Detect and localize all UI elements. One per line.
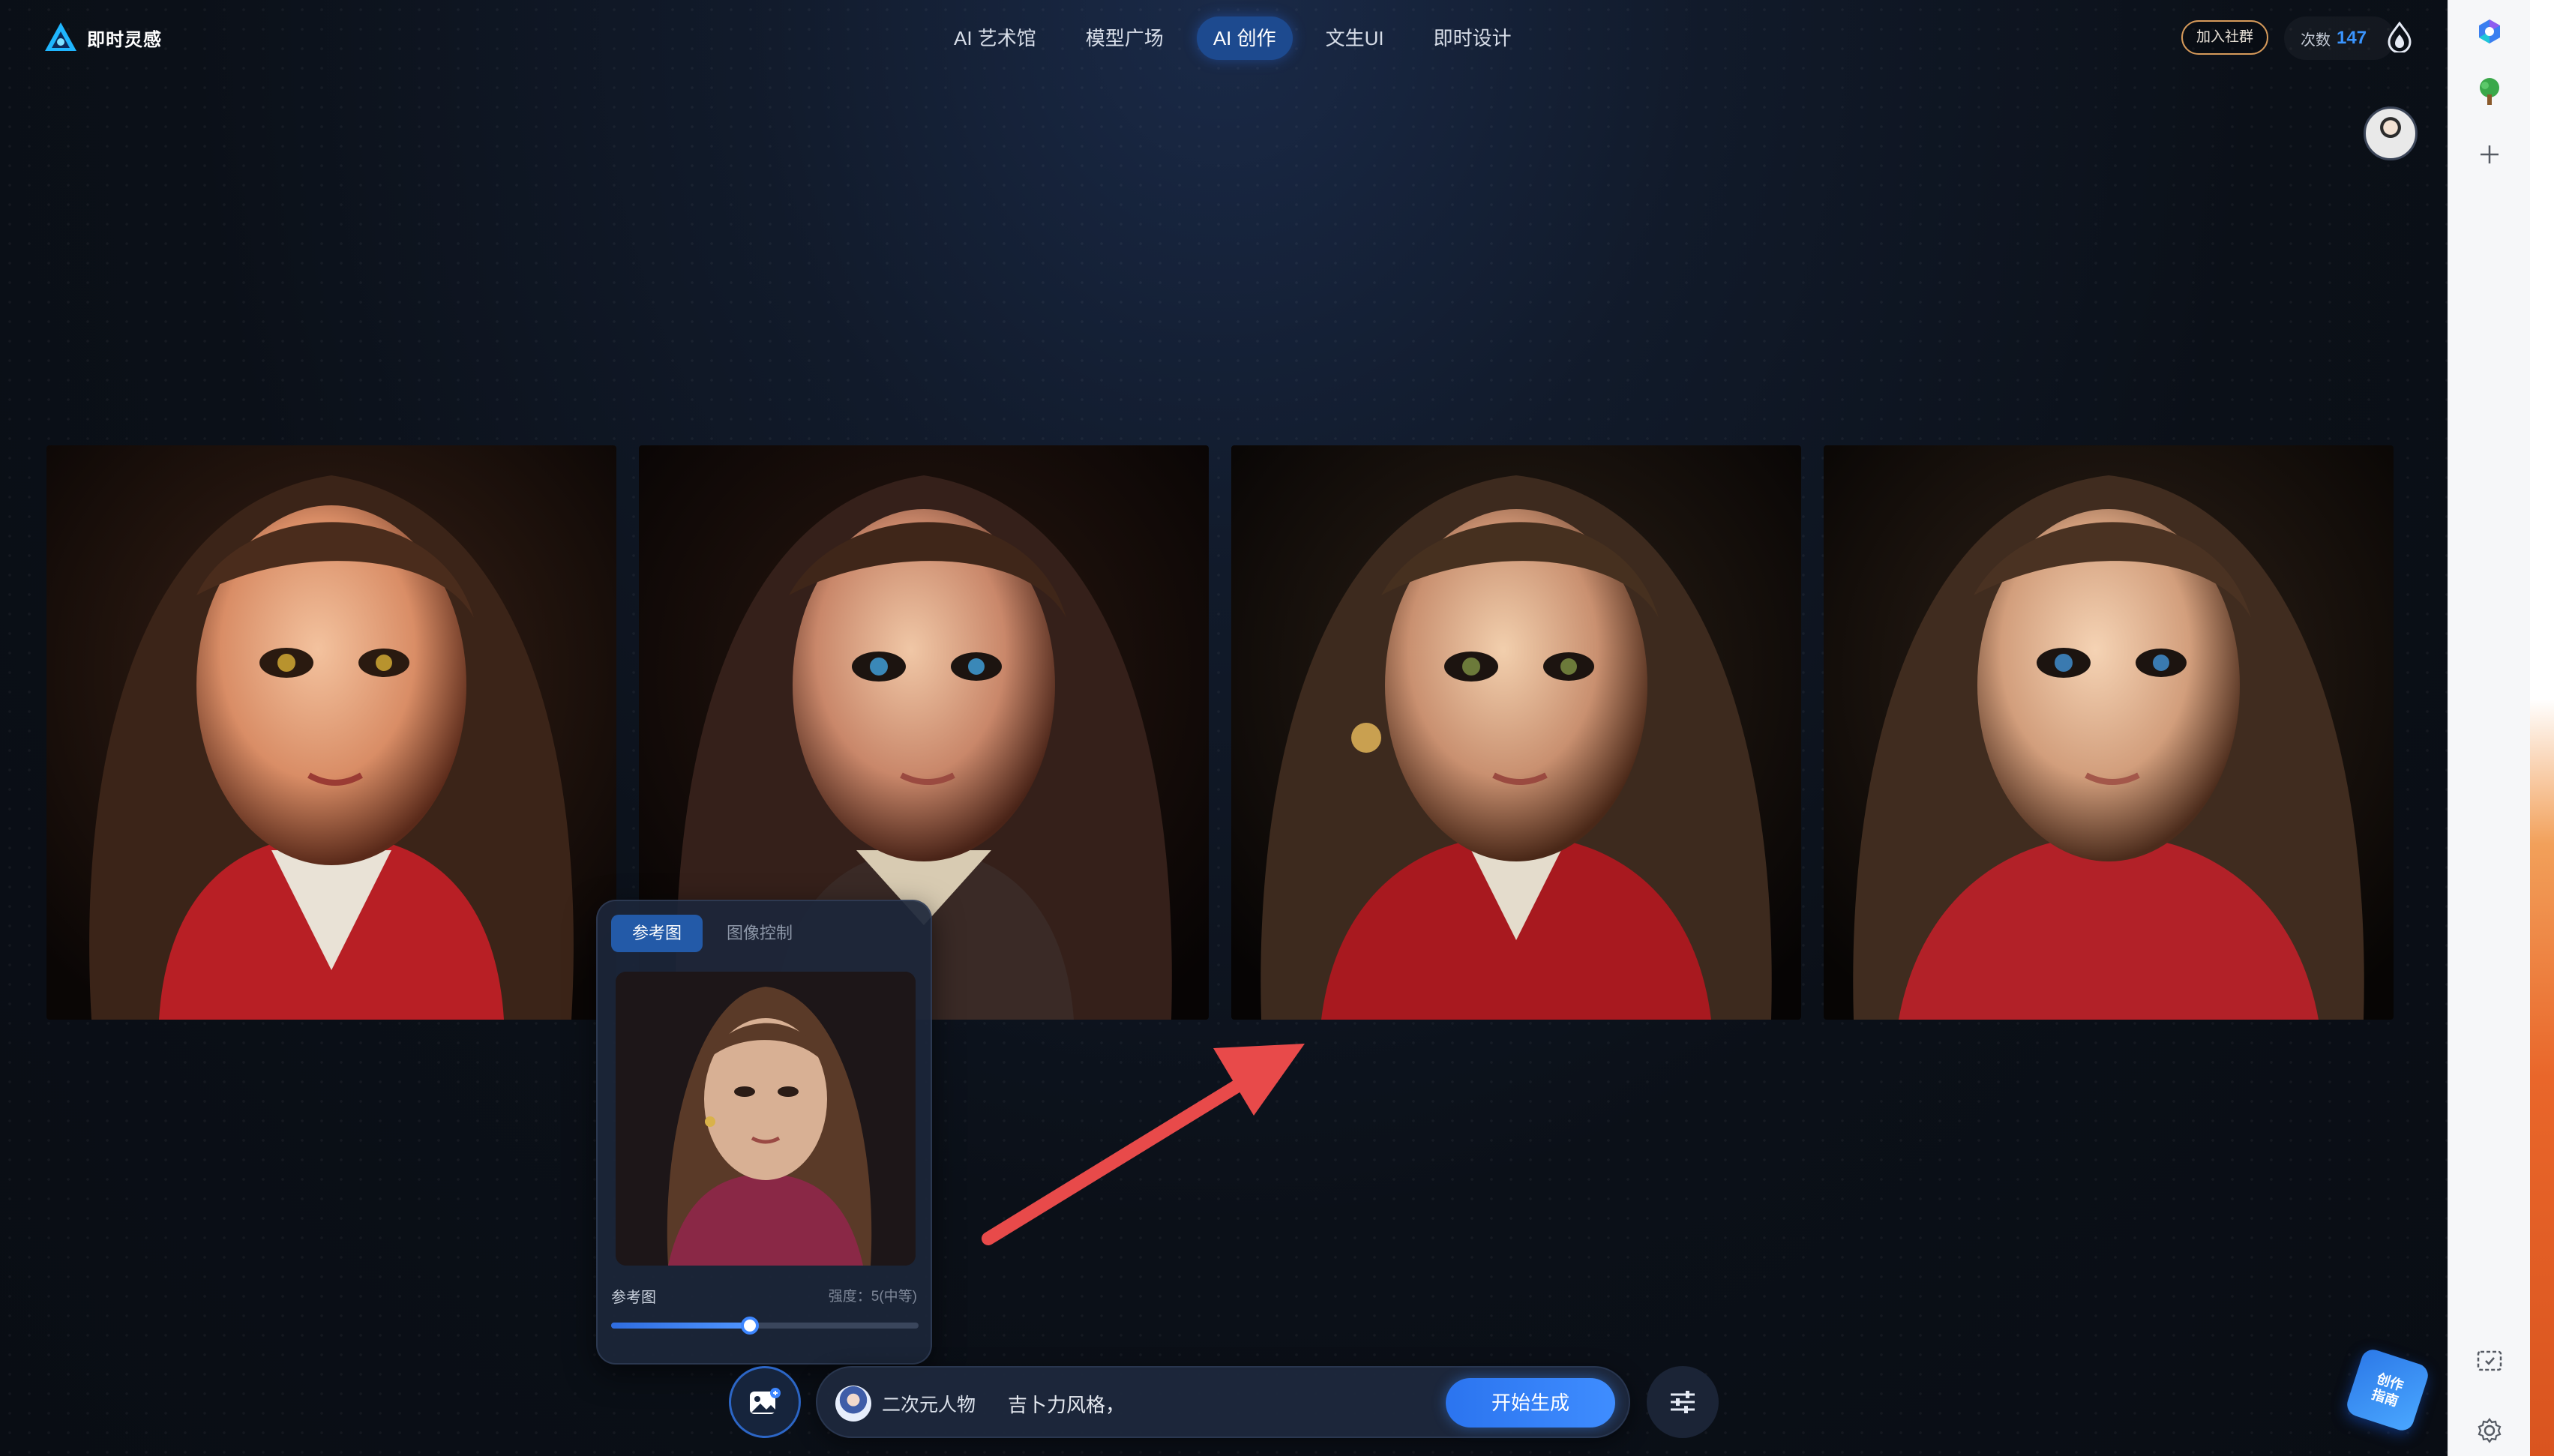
result-image-1[interactable] [46,445,616,1020]
nav-text-to-ui[interactable]: 文生UI [1309,16,1401,60]
tree-button[interactable] [2469,70,2511,112]
result-image-3[interactable] [1231,445,1801,1020]
image-upload-icon [750,1388,781,1414]
annotation-arrow [982,1044,1305,1245]
prompt-bar: 二次元人物 吉卜力风格， 开始生成 [816,1366,1630,1438]
reference-image[interactable] [616,972,916,1266]
credits-value: 147 [2337,28,2367,48]
generate-button[interactable]: 开始生成 [1446,1378,1615,1428]
copilot-button[interactable] [2469,10,2511,52]
flame-drop-icon[interactable] [2386,21,2413,52]
tree-icon [2480,78,2499,105]
screenshot-icon [2477,1350,2502,1371]
tab-reference-image[interactable]: 参考图 [611,915,703,952]
result-gallery [46,445,2419,1020]
sliders-icon [1671,1391,1695,1413]
prompt-input[interactable]: 吉卜力风格， [1008,1390,1125,1418]
credits-display[interactable]: 次数 147 [2284,16,2395,60]
reference-panel: 参考图 图像控制 参考图 强度：5(中等) [596,900,932,1365]
user-avatar[interactable] [2364,106,2418,160]
credits-label: 次数 [2301,31,2331,49]
app-logo[interactable]: 即时灵感 [43,21,162,54]
add-button[interactable] [2469,133,2511,175]
top-bar: 即时灵感 AI 艺术馆 模型广场 AI 创作 文生UI 即时设计 加入社群 次数… [0,0,2448,78]
plus-icon [2481,145,2499,163]
portrait-image [1824,445,2394,1020]
join-community-button[interactable]: 加入社群 [2181,20,2268,55]
gear-icon [2478,1418,2502,1443]
nav-instant-design[interactable]: 即时设计 [1417,16,1528,60]
reference-tabs: 参考图 图像控制 [611,915,814,952]
settings-button[interactable] [1647,1366,1719,1438]
nav-model-square[interactable]: 模型广场 [1069,16,1180,60]
main-nav: AI 艺术馆 模型广场 AI 创作 文生UI 即时设计 [937,16,1528,60]
reference-photo [616,972,916,1266]
model-selector[interactable]: 二次元人物 [835,1386,976,1422]
portrait-image [1231,445,1801,1020]
result-image-4[interactable] [1824,445,2394,1020]
sidebar-settings-button[interactable] [2469,1410,2511,1452]
screenshot-button[interactable] [2469,1341,2511,1383]
nav-ai-gallery[interactable]: AI 艺术馆 [937,16,1053,60]
tab-image-control[interactable]: 图像控制 [706,915,814,952]
slider-fill [611,1323,750,1329]
browser-sidebar [2448,0,2530,1456]
portrait-image [46,445,616,1020]
strength-slider[interactable] [611,1317,919,1335]
model-name: 二次元人物 [882,1395,976,1416]
app-name: 即时灵感 [87,29,162,50]
triangle-logo-icon [45,22,76,51]
app-main: 即时灵感 AI 艺术馆 模型广场 AI 创作 文生UI 即时设计 加入社群 次数… [0,0,2448,1456]
reference-label: 参考图 [611,1290,656,1306]
image-upload-button[interactable] [729,1366,801,1438]
nav-ai-create[interactable]: AI 创作 [1196,16,1293,60]
strength-value: 强度：5(中等) [828,1289,917,1305]
slider-thumb[interactable] [740,1317,759,1335]
desktop-edge [2530,0,2554,1456]
copilot-icon [2479,19,2500,43]
model-avatar [835,1386,871,1422]
creation-guide-button[interactable]: 创作 指南 [2344,1347,2431,1434]
